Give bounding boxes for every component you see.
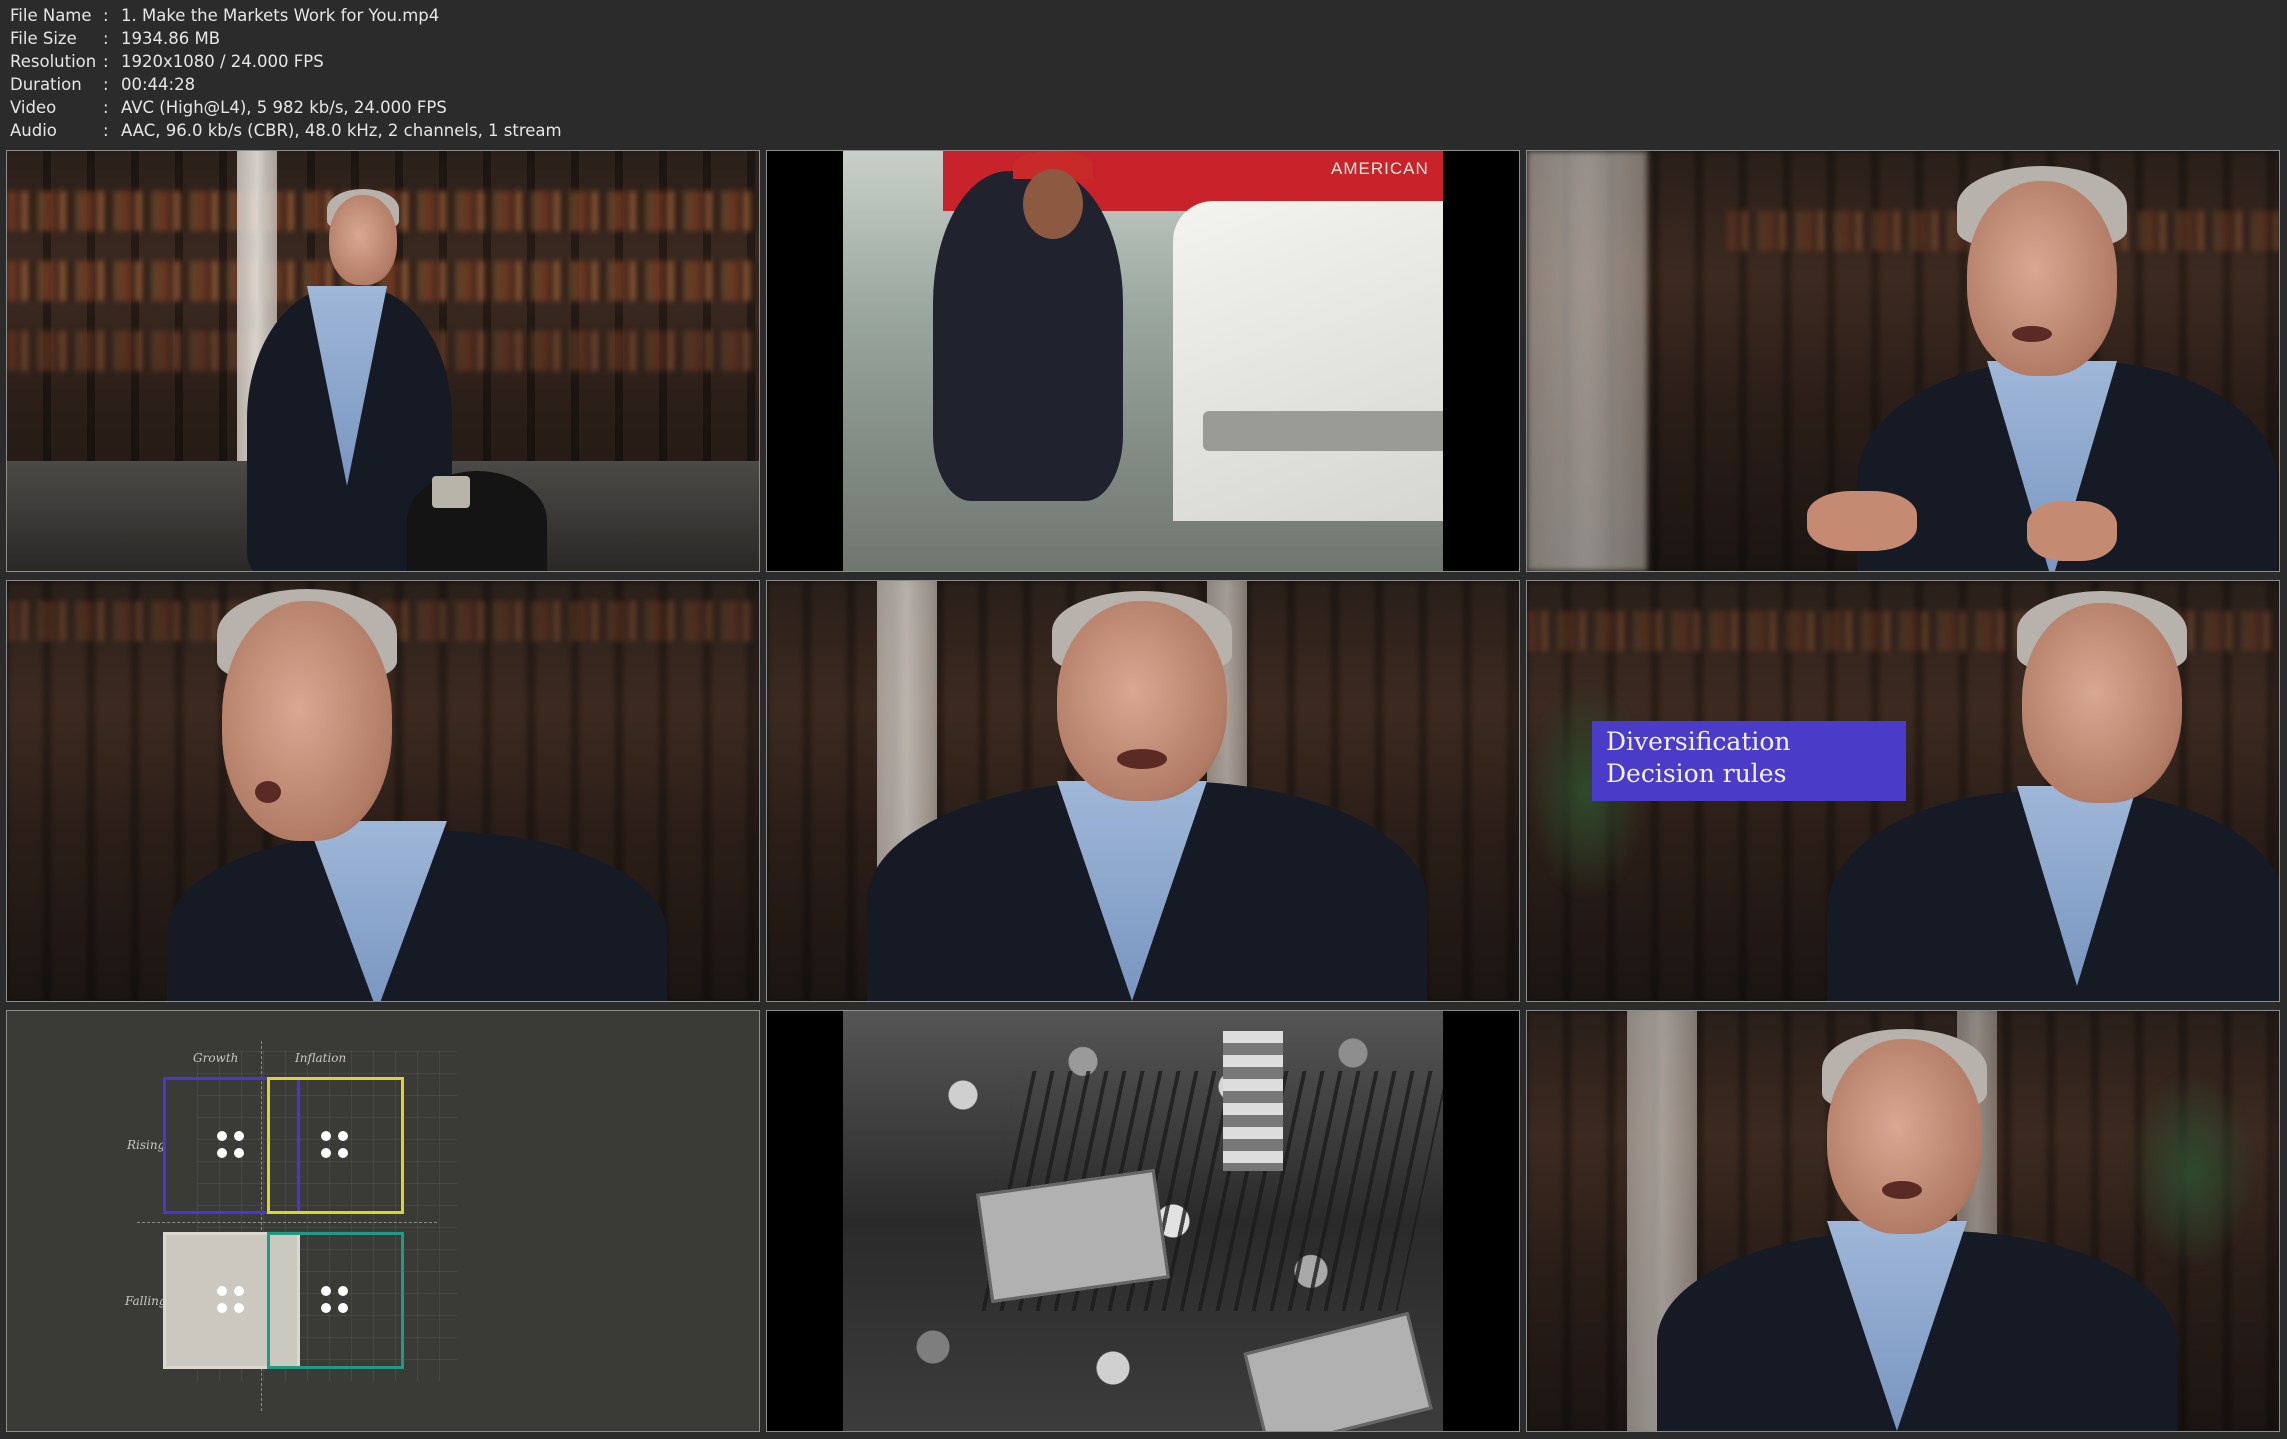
person-mouth: [255, 781, 281, 803]
person-mouth: [1882, 1181, 1922, 1199]
coffee-mug: [432, 476, 470, 508]
truck-lettering: AMERICAN: [1331, 159, 1429, 178]
info-key: Resolution: [10, 52, 97, 71]
info-row-file-size: File Size:1934.86 MB: [10, 27, 562, 50]
title-line-2: Decision rules: [1606, 759, 1787, 788]
person-head: [329, 195, 397, 285]
info-value: 1. Make the Markets Work for You.mp4: [121, 6, 440, 25]
dots-icon: [320, 1285, 351, 1316]
diagram-col-label-growth: Growth: [193, 1051, 239, 1065]
info-separator: :: [103, 98, 109, 117]
thumbnail-frame-7[interactable]: Growth Inflation Rising Falling: [6, 1010, 760, 1432]
thumbnail-frame-3[interactable]: [1526, 150, 2280, 572]
diagram-row-label-rising: Rising: [127, 1138, 166, 1152]
info-key: File Size: [10, 29, 77, 48]
info-separator: :: [103, 75, 109, 94]
info-row-audio: Audio: AAC, 96.0 kb/s (CBR), 48.0 kHz, 2 …: [10, 119, 562, 142]
person-mouth: [1117, 749, 1167, 769]
title-line-1: Diversification: [1606, 727, 1791, 756]
window-light: [1527, 151, 1647, 571]
info-key: Audio: [10, 121, 57, 140]
dots-icon: [216, 1285, 247, 1316]
dots-icon: [216, 1130, 247, 1161]
person-head: [1827, 1039, 1982, 1234]
info-separator: :: [103, 6, 109, 25]
person-head: [2022, 603, 2182, 803]
quadrant-inflation-rising: [267, 1077, 404, 1214]
info-separator: :: [103, 121, 109, 140]
info-key: Video: [10, 98, 57, 117]
archival-footage: [843, 1011, 1443, 1431]
info-row-video: Video: AVC (High@L4), 5 982 kb/s, 24.000 …: [10, 96, 562, 119]
diagram-row-label-falling: Falling: [125, 1294, 167, 1308]
plant: [2127, 1071, 2257, 1271]
info-separator: :: [103, 29, 109, 48]
flag: [1223, 1031, 1283, 1171]
hand: [1807, 491, 1917, 551]
attendant-head: [1023, 169, 1083, 239]
thumbnail-grid: AMERICAN Diversification Decision rules …: [6, 150, 2281, 1434]
thumbnail-frame-9[interactable]: [1526, 1010, 2280, 1432]
dots-icon: [320, 1130, 351, 1161]
thumbnail-frame-6[interactable]: Diversification Decision rules: [1526, 580, 2280, 1002]
thumbnail-frame-4[interactable]: [6, 580, 760, 1002]
diagram-col-label-inflation: Inflation: [295, 1051, 347, 1065]
person-mouth: [2012, 326, 2052, 342]
info-row-duration: Duration:00:44:28: [10, 73, 562, 96]
diagram-axis-horizontal: [137, 1222, 437, 1223]
info-value: AVC (High@L4), 5 982 kb/s, 24.000 FPS: [121, 98, 447, 117]
person-head: [222, 601, 392, 841]
media-info-panel: File Name:1. Make the Markets Work for Y…: [10, 4, 562, 142]
info-row-file-name: File Name:1. Make the Markets Work for Y…: [10, 4, 562, 27]
info-key: File Name: [10, 6, 92, 25]
quadrant-inflation-falling: [267, 1232, 404, 1369]
info-value: 1920x1080 / 24.000 FPS: [121, 52, 324, 71]
lower-third-title-card: Diversification Decision rules: [1592, 721, 1906, 801]
info-value: 1934.86 MB: [121, 29, 221, 48]
info-separator: :: [103, 52, 109, 71]
person-head: [1967, 181, 2117, 376]
info-value: 00:44:28: [121, 75, 196, 94]
hand: [2027, 501, 2117, 561]
thumbnail-frame-2[interactable]: AMERICAN: [766, 150, 1520, 572]
info-row-resolution: Resolution:1920x1080 / 24.000 FPS: [10, 50, 562, 73]
white-car: [1173, 201, 1443, 521]
thumbnail-frame-1[interactable]: [6, 150, 760, 572]
info-key: Duration: [10, 75, 82, 94]
info-value: AAC, 96.0 kb/s (CBR), 48.0 kHz, 2 channe…: [121, 121, 562, 140]
thumbnail-frame-8[interactable]: [766, 1010, 1520, 1432]
person-head: [1057, 601, 1227, 801]
side-table: [407, 471, 547, 571]
car-bumper: [1203, 411, 1443, 451]
archival-footage: AMERICAN: [843, 151, 1443, 571]
thumbnail-frame-5[interactable]: [766, 580, 1520, 1002]
